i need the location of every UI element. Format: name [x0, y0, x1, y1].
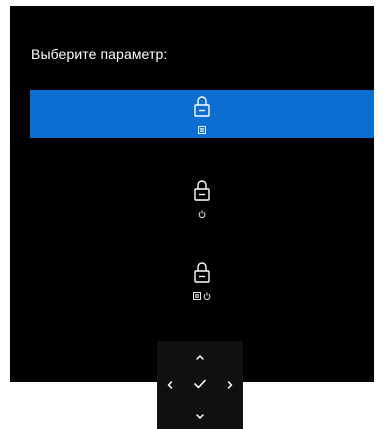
chevron-left-icon[interactable]: [165, 378, 175, 396]
chevron-right-icon[interactable]: [225, 378, 235, 396]
navigation-pad: [157, 341, 243, 429]
lock-icon: [194, 95, 210, 122]
checkmark-icon[interactable]: [193, 377, 207, 395]
lock-icon: [194, 179, 210, 206]
chevron-down-icon[interactable]: [194, 409, 206, 427]
lock-icon: [194, 261, 210, 288]
power-icon: [203, 287, 211, 305]
osd-panel: Выберите параметр:: [10, 6, 374, 382]
option-lock-power[interactable]: [30, 174, 374, 222]
option-lock-menu-power[interactable]: [30, 256, 374, 304]
option-lock-menu[interactable]: [30, 90, 374, 138]
menu-icon: [193, 287, 201, 305]
prompt-label: Выберите параметр:: [31, 46, 168, 62]
chevron-up-icon[interactable]: [194, 349, 206, 367]
power-icon: [198, 205, 206, 223]
menu-icon: [198, 121, 206, 139]
